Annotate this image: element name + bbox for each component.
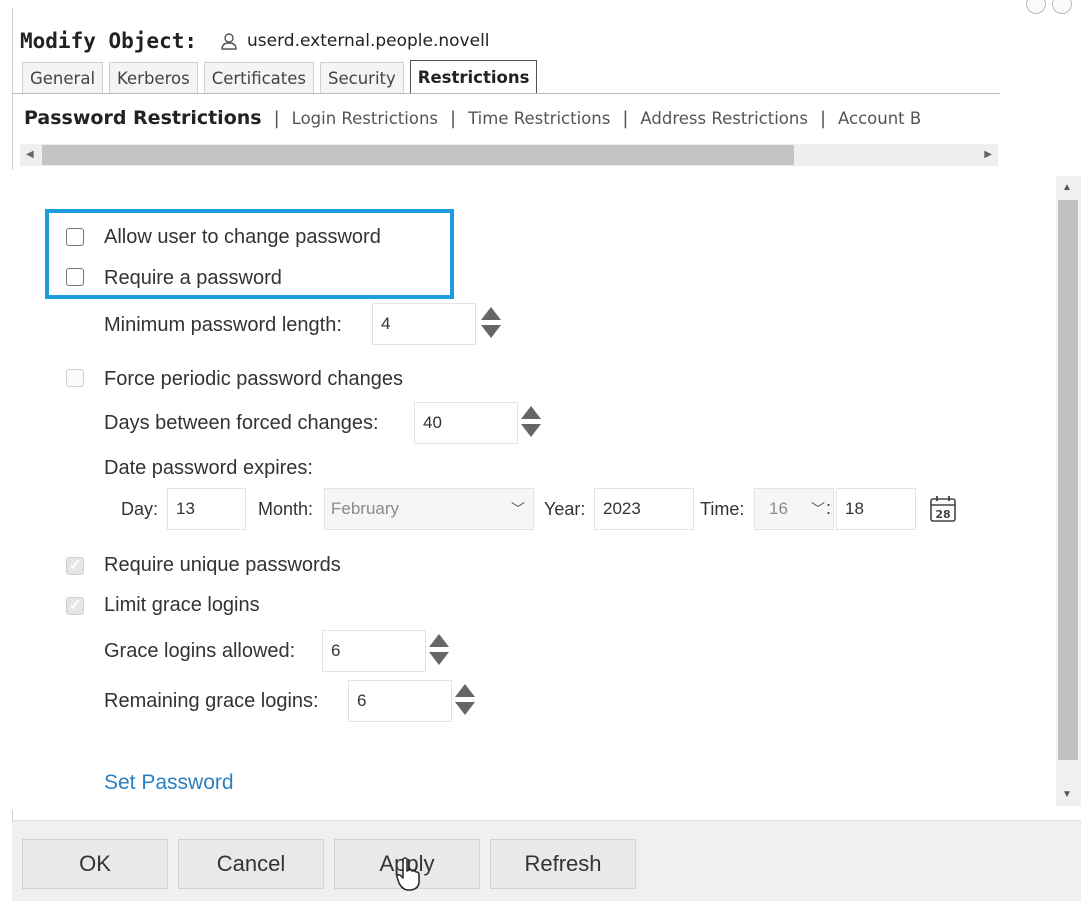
tab-kerberos[interactable]: Kerberos [109, 62, 198, 94]
spinner-up-icon[interactable] [429, 634, 449, 647]
subtab-address-restrictions[interactable]: Address Restrictions [640, 109, 808, 128]
window-control-button[interactable] [1026, 0, 1046, 14]
allow-change-password-checkbox[interactable] [66, 228, 84, 246]
grace-remaining-input[interactable]: 6 [348, 680, 452, 722]
minute-input[interactable]: 18 [836, 488, 916, 530]
scroll-down-icon[interactable]: ▼ [1062, 789, 1072, 800]
subtab-separator: | [819, 107, 827, 129]
calendar-day: 28 [935, 508, 950, 521]
cancel-button[interactable]: Cancel [178, 839, 324, 889]
scroll-up-icon[interactable]: ▲ [1062, 182, 1072, 193]
subtab-account-balance[interactable]: Account B [838, 109, 921, 128]
spinner-up-icon[interactable] [455, 684, 475, 697]
tab-general[interactable]: General [22, 62, 104, 94]
day-label: Day: [121, 499, 159, 519]
set-password-link[interactable]: Set Password [104, 771, 234, 795]
ok-button[interactable]: OK [22, 839, 168, 889]
date-expires-label: Date password expires: [104, 457, 313, 479]
refresh-button[interactable]: Refresh [490, 839, 636, 889]
days-between-input[interactable]: 40 [414, 402, 518, 444]
limit-grace-label: Limit grace logins [104, 594, 260, 616]
tab-divider [12, 93, 1000, 94]
calendar-icon[interactable]: 28 [928, 494, 958, 524]
spinner-down-icon[interactable] [455, 702, 475, 715]
subtab-separator: | [450, 107, 457, 129]
days-between-spinner[interactable] [520, 406, 542, 440]
subtab-password-restrictions[interactable]: Password Restrictions [24, 107, 262, 129]
year-input[interactable]: 2023 [594, 488, 694, 530]
min-length-input[interactable]: 4 [372, 303, 476, 345]
dialog-title-row: Modify Object: userd.external.people.nov… [20, 24, 490, 58]
chevron-down-icon: ﹀ [811, 501, 825, 517]
tab-certificates[interactable]: Certificates [203, 62, 315, 94]
allow-change-password-label: Allow user to change password [104, 226, 381, 248]
grace-allowed-label: Grace logins allowed: [104, 640, 296, 662]
subtab-separator: | [273, 107, 280, 129]
tab-security[interactable]: Security [320, 62, 404, 94]
force-periodic-checkbox[interactable] [66, 369, 84, 387]
days-between-label: Days between forced changes: [104, 412, 379, 434]
scroll-left-icon[interactable]: ◀ [26, 146, 34, 164]
hour-value: 16 [769, 499, 788, 518]
vertical-scrollbar[interactable]: ▲ ▼ [1056, 176, 1081, 806]
window-help-button[interactable] [1052, 0, 1072, 14]
limit-grace-checkbox[interactable]: ✓ [66, 597, 84, 615]
tab-restrictions[interactable]: Restrictions [409, 60, 538, 94]
unique-passwords-label: Require unique passwords [104, 554, 341, 576]
page-title: Modify Object: [20, 29, 198, 53]
scroll-right-icon[interactable]: ▶ [984, 146, 992, 164]
hand-cursor-icon [394, 856, 422, 892]
vertical-scroll-thumb[interactable] [1058, 200, 1078, 760]
month-select[interactable]: February ﹀ [324, 488, 534, 530]
unique-passwords-checkbox[interactable]: ✓ [66, 557, 84, 575]
time-separator: : [826, 498, 832, 518]
spinner-up-icon[interactable] [481, 307, 501, 320]
force-periodic-label: Force periodic password changes [104, 368, 404, 390]
subtab-login-restrictions[interactable]: Login Restrictions [292, 109, 438, 128]
hour-select[interactable]: 16 ﹀ [754, 488, 834, 530]
day-input[interactable]: 13 [167, 488, 246, 530]
min-length-spinner[interactable] [480, 307, 502, 341]
horizontal-scroll-thumb[interactable] [42, 145, 794, 165]
grace-allowed-input[interactable]: 6 [322, 630, 426, 672]
require-password-label: Require a password [104, 267, 282, 289]
min-length-label: Minimum password length: [104, 314, 342, 336]
require-password-checkbox[interactable] [66, 268, 84, 286]
subtab-bar: Password Restrictions | Login Restrictio… [24, 100, 1000, 136]
year-label: Year: [544, 499, 586, 519]
month-label: Month: [258, 499, 314, 519]
tab-bar: General Kerberos Certificates Security R… [22, 58, 543, 94]
user-icon [219, 31, 239, 51]
subtab-time-restrictions[interactable]: Time Restrictions [468, 109, 610, 128]
time-label: Time: [700, 499, 745, 519]
object-name: userd.external.people.novell [247, 31, 490, 51]
spinner-down-icon[interactable] [481, 325, 501, 338]
chevron-down-icon: ﹀ [511, 501, 525, 517]
spinner-down-icon[interactable] [429, 652, 449, 665]
spinner-up-icon[interactable] [521, 406, 541, 419]
grace-allowed-spinner[interactable] [428, 634, 450, 668]
subtab-separator: | [622, 107, 629, 129]
grace-remaining-spinner[interactable] [454, 684, 476, 718]
horizontal-scrollbar[interactable]: ◀ ▶ [20, 144, 998, 166]
grace-remaining-label: Remaining grace logins: [104, 690, 319, 712]
month-value: February [331, 499, 400, 518]
spinner-down-icon[interactable] [521, 424, 541, 437]
